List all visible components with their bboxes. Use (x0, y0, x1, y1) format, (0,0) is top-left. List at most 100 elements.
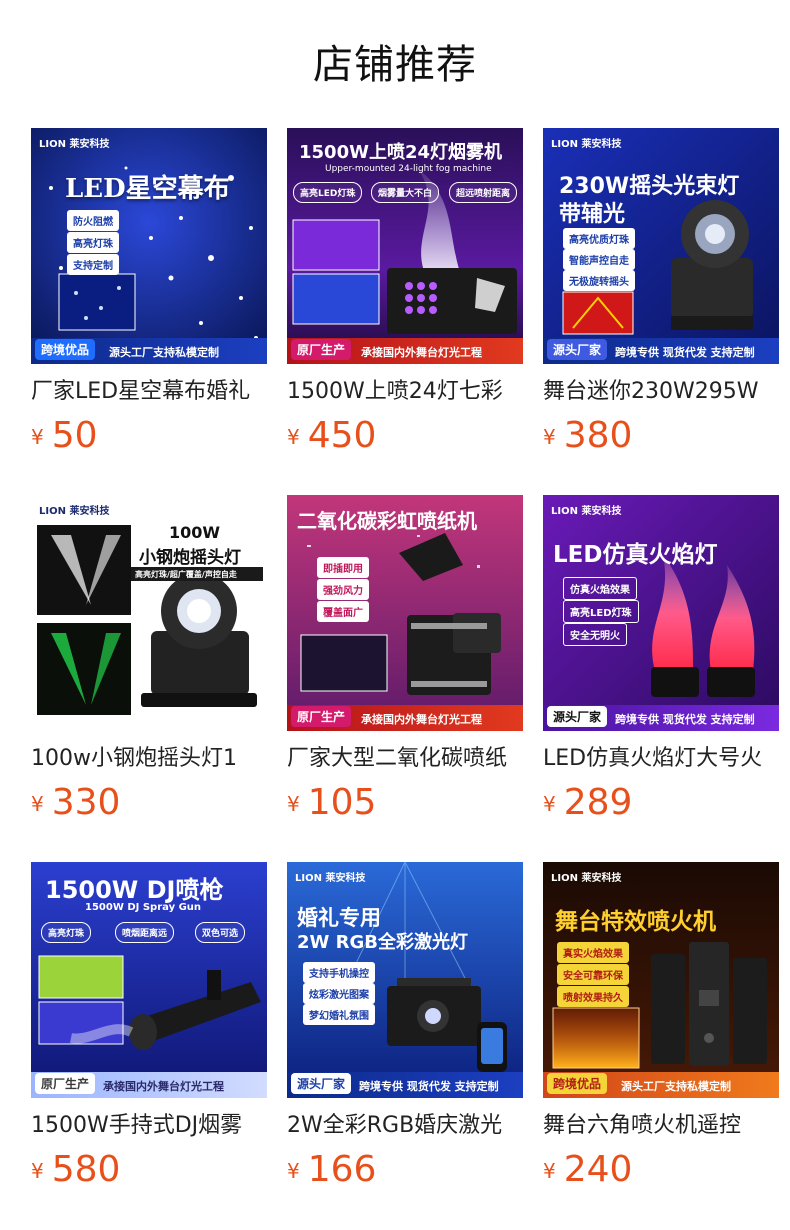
feature-chip: 防火阻燃 (67, 210, 119, 231)
product-image[interactable]: 二氧化碳彩虹喷纸机 即插即用 强劲风力 覆盖面广 承接国内外舞台灯光工程 原厂生… (287, 495, 523, 731)
product-card[interactable]: LION 莱安科技 LED星空幕布 防火阻燃 高亮灯珠 支持定制 源头工厂支持私… (31, 128, 267, 495)
price-row: ¥450 (287, 414, 376, 458)
product-card[interactable]: 1500W DJ喷枪 1500W DJ Spray Gun 高亮灯珠 喷烟距离远… (31, 862, 267, 1229)
price-row: ¥330 (31, 781, 120, 825)
brand-logo: LION 莱安科技 (295, 873, 366, 884)
image-headline-2: 2W RGB全彩激光灯 (297, 932, 468, 953)
product-grid: LION 莱安科技 LED星空幕布 防火阻燃 高亮灯珠 支持定制 源头工厂支持私… (31, 128, 779, 1229)
feature-chip: 烟雾量大不白 (371, 182, 440, 203)
product-name[interactable]: 厂家LED星空幕布婚礼 (31, 376, 267, 408)
image-tag: 跨境优品 (547, 1073, 608, 1094)
feature-chip: 炫彩激光图案 (303, 983, 375, 1004)
image-footer-text: 跨境专供 现货代发 支持定制 (359, 1080, 499, 1093)
feature-chip: 喷射效果持久 (557, 986, 629, 1007)
image-headline: 1500W DJ喷枪 (45, 876, 224, 904)
product-name[interactable]: 1500W手持式DJ烟雾 (31, 1110, 267, 1142)
feature-chip: 安全无明火 (563, 623, 627, 646)
product-price: 105 (307, 782, 377, 823)
product-image[interactable]: LION 莱安科技 LED仿真火焰灯 仿真火焰效果 高亮LED灯珠 安全无明火 … (543, 495, 779, 731)
image-headline: 100W (169, 523, 221, 542)
feature-chip: 高亮LED灯珠 (293, 182, 363, 203)
feature-chip: 高亮LED灯珠 (563, 600, 639, 623)
product-card[interactable]: 二氧化碳彩虹喷纸机 即插即用 强劲风力 覆盖面广 承接国内外舞台灯光工程 原厂生… (287, 495, 523, 862)
moving-head-image (31, 495, 267, 731)
image-headline: LED星空幕布 (65, 174, 230, 204)
product-price: 330 (51, 782, 121, 823)
product-name[interactable]: 舞台迷你230W295W (543, 376, 779, 408)
currency-symbol: ¥ (543, 792, 556, 816)
price-row: ¥289 (543, 781, 632, 825)
feature-chip: 支持定制 (67, 254, 119, 275)
product-name[interactable]: LED仿真火焰灯大号火 (543, 743, 779, 775)
feature-chip: 高亮优质灯珠 (563, 228, 635, 249)
image-footer-text: 跨境专供 现货代发 支持定制 (615, 346, 755, 359)
product-name[interactable]: 1500W上喷24灯七彩 (287, 376, 523, 408)
product-price: 289 (563, 782, 633, 823)
image-headline-2: 带辅光 (559, 202, 626, 227)
product-image[interactable]: 1500W上喷24灯烟雾机 Upper-mounted 24-light fog… (287, 128, 523, 364)
image-footer-text: 跨境专供 现货代发 支持定制 (615, 713, 755, 726)
product-card[interactable]: LION 莱安科技 100W 小钢炮摇头灯 高亮灯珠/超广覆盖/声控自走 100… (31, 495, 267, 862)
product-card[interactable]: LION 莱安科技 230W摇头光束灯 带辅光 高亮优质灯珠 智能声控自走 无极… (543, 128, 779, 495)
product-name[interactable]: 舞台六角喷火机遥控 (543, 1110, 779, 1142)
feature-chip: 高亮灯珠 (41, 922, 92, 943)
product-card[interactable]: LION 莱安科技 LED仿真火焰灯 仿真火焰效果 高亮LED灯珠 安全无明火 … (543, 495, 779, 862)
image-tag: 跨境优品 (35, 339, 96, 360)
feature-chip: 真实火焰效果 (557, 942, 629, 963)
feature-chip: 超远喷射距离 (449, 182, 518, 203)
currency-symbol: ¥ (287, 425, 300, 449)
feature-chip: 强劲风力 (317, 579, 369, 600)
product-price: 580 (51, 1149, 121, 1190)
image-footer-text: 承接国内外舞台灯光工程 (361, 713, 482, 726)
feature-chip: 双色可选 (195, 922, 246, 943)
image-footer-text: 源头工厂支持私模定制 (621, 1080, 731, 1093)
brand-logo: LION 莱安科技 (551, 139, 622, 150)
feature-chip: 喷烟距离远 (115, 922, 175, 943)
product-image[interactable]: LION 莱安科技 舞台特效喷火机 真实火焰效果 安全可靠环保 喷射效果持久 源… (543, 862, 779, 1098)
price-row: ¥240 (543, 1148, 632, 1192)
brand-logo: LION 莱安科技 (39, 139, 110, 150)
image-tag: 源头厂家 (547, 706, 608, 727)
product-price: 380 (563, 415, 633, 456)
product-name[interactable]: 100w小钢炮摇头灯1 (31, 743, 267, 775)
feature-strip: 高亮灯珠/超广覆盖/声控自走 (135, 570, 237, 579)
product-name[interactable]: 厂家大型二氧化碳喷纸 (287, 743, 523, 775)
price-row: ¥580 (31, 1148, 120, 1192)
feature-chip: 智能声控自走 (563, 249, 635, 270)
product-name[interactable]: 2W全彩RGB婚庆激光 (287, 1110, 523, 1142)
image-headline: 舞台特效喷火机 (555, 909, 716, 935)
image-headline-2: 小钢炮摇头灯 (139, 548, 241, 568)
currency-symbol: ¥ (543, 425, 556, 449)
brand-logo: LION 莱安科技 (39, 506, 110, 517)
brand-logo: LION 莱安科技 (551, 873, 622, 884)
product-price: 240 (563, 1149, 633, 1190)
feature-chip: 无极旋转摇头 (563, 270, 635, 291)
feature-chip: 覆盖面广 (317, 601, 369, 622)
price-row: ¥50 (31, 414, 98, 458)
image-tag: 原厂生产 (291, 339, 352, 360)
image-tag: 源头厂家 (547, 339, 608, 360)
image-headline: 1500W上喷24灯烟雾机 (299, 142, 503, 163)
currency-symbol: ¥ (287, 1159, 300, 1183)
feature-chip: 即插即用 (317, 557, 369, 578)
product-image[interactable]: LION 莱安科技 婚礼专用 2W RGB全彩激光灯 支持手机操控 炫彩激光图案… (287, 862, 523, 1098)
currency-symbol: ¥ (287, 792, 300, 816)
image-headline: LED仿真火焰灯 (553, 542, 718, 568)
page-title: 店铺推荐 (313, 42, 477, 88)
currency-symbol: ¥ (31, 425, 44, 449)
product-image[interactable]: LION 莱安科技 LED星空幕布 防火阻燃 高亮灯珠 支持定制 源头工厂支持私… (31, 128, 267, 364)
product-card[interactable]: 1500W上喷24灯烟雾机 Upper-mounted 24-light fog… (287, 128, 523, 495)
product-price: 50 (51, 415, 98, 456)
product-card[interactable]: LION 莱安科技 舞台特效喷火机 真实火焰效果 安全可靠环保 喷射效果持久 源… (543, 862, 779, 1229)
product-image[interactable]: LION 莱安科技 100W 小钢炮摇头灯 高亮灯珠/超广覆盖/声控自走 (31, 495, 267, 731)
image-subline: 1500W DJ Spray Gun (85, 902, 202, 913)
image-footer-text: 承接国内外舞台灯光工程 (103, 1080, 224, 1093)
product-card[interactable]: LION 莱安科技 婚礼专用 2W RGB全彩激光灯 支持手机操控 炫彩激光图案… (287, 862, 523, 1229)
image-tag: 原厂生产 (291, 706, 352, 727)
image-headline: 二氧化碳彩虹喷纸机 (297, 509, 477, 533)
currency-symbol: ¥ (31, 792, 44, 816)
image-footer-text: 承接国内外舞台灯光工程 (361, 346, 482, 359)
price-row: ¥166 (287, 1148, 376, 1192)
product-image[interactable]: LION 莱安科技 230W摇头光束灯 带辅光 高亮优质灯珠 智能声控自走 无极… (543, 128, 779, 364)
product-image[interactable]: 1500W DJ喷枪 1500W DJ Spray Gun 高亮灯珠 喷烟距离远… (31, 862, 267, 1098)
